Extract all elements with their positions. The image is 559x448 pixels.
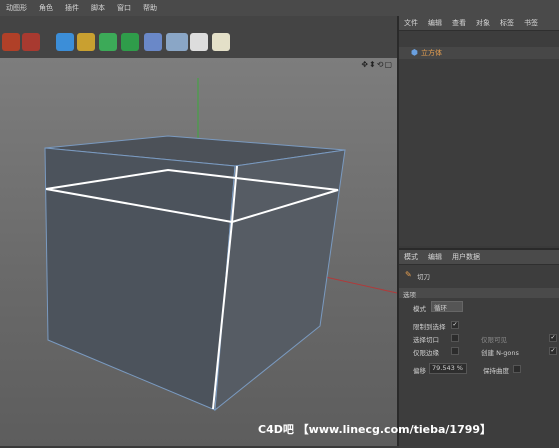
- object-manager: 文件 编辑 查看 对象 标签 书签 ⬢ 立方体: [399, 16, 559, 246]
- offset-label: 偏移: [413, 367, 426, 375]
- am-menu-mode[interactable]: 模式: [399, 252, 423, 262]
- offset-input[interactable]: 79.543 %: [429, 363, 467, 374]
- visible-only-checkbox[interactable]: ✓: [549, 334, 557, 342]
- render-icon[interactable]: [2, 33, 20, 51]
- am-menu-userdata[interactable]: 用户数据: [447, 252, 485, 262]
- om-menu-objects[interactable]: 对象: [471, 18, 495, 28]
- viewport[interactable]: ✥⬍⟲▢: [0, 58, 397, 446]
- floor-icon[interactable]: [166, 33, 188, 51]
- om-menu-bookmarks[interactable]: 书签: [519, 18, 543, 28]
- cube-object-icon: ⬢: [411, 48, 418, 57]
- render-settings-icon[interactable]: [22, 33, 40, 51]
- mode-value: 循环: [434, 304, 447, 312]
- menu-bar: 动图形 角色 插件 脚本 窗口 帮助: [0, 0, 559, 17]
- restrict-label: 限制到选择: [413, 323, 446, 331]
- object-manager-menu: 文件 编辑 查看 对象 标签 书签: [399, 16, 559, 31]
- select-cuts-checkbox[interactable]: [451, 334, 459, 342]
- light-icon[interactable]: [212, 33, 230, 51]
- section-title: 选项: [403, 291, 416, 299]
- create-ngons-checkbox[interactable]: ✓: [549, 347, 557, 355]
- om-menu-view[interactable]: 查看: [447, 18, 471, 28]
- restrict-checkbox[interactable]: ✓: [451, 321, 459, 329]
- edge-only-checkbox[interactable]: [451, 347, 459, 355]
- menu-mograph[interactable]: 动图形: [0, 3, 33, 13]
- array-icon[interactable]: [121, 33, 139, 51]
- create-ngons-label: 创建 N-gons: [481, 349, 519, 357]
- select-cuts-label: 选择切口: [413, 336, 439, 344]
- toolbar: [0, 16, 397, 59]
- om-menu-tags[interactable]: 标签: [495, 18, 519, 28]
- section-header[interactable]: 选项: [399, 288, 559, 299]
- edge-only-label: 仅限边缘: [413, 349, 439, 357]
- om-menu-file[interactable]: 文件: [399, 18, 423, 28]
- visible-only-label: 仅限可见: [481, 336, 507, 344]
- menu-script[interactable]: 脚本: [85, 3, 111, 13]
- menu-plugins[interactable]: 插件: [59, 3, 85, 13]
- nurbs-icon[interactable]: [99, 33, 117, 51]
- keep-curvature-label: 保持曲度: [483, 367, 509, 375]
- cube-icon[interactable]: [56, 33, 74, 51]
- menu-character[interactable]: 角色: [33, 3, 59, 13]
- viewport-canvas: [44, 78, 397, 412]
- am-menu-edit[interactable]: 编辑: [423, 252, 447, 262]
- menu-help[interactable]: 帮助: [137, 3, 163, 13]
- knife-icon: ✎: [405, 270, 412, 279]
- watermark-text: C4D吧 【www.linecg.com/tieba/1799】: [258, 423, 492, 436]
- object-row-cube[interactable]: ⬢ 立方体: [399, 47, 559, 59]
- viewport-nav-icons[interactable]: ✥⬍⟲▢: [361, 60, 393, 69]
- mode-dropdown[interactable]: 循环: [431, 301, 463, 312]
- keep-curvature-checkbox[interactable]: [513, 365, 521, 373]
- cube-front-face: [44, 147, 236, 411]
- om-menu-edit[interactable]: 编辑: [423, 18, 447, 28]
- object-name[interactable]: 立方体: [421, 48, 442, 58]
- camera-icon[interactable]: [190, 33, 208, 51]
- offset-value: 79.543 %: [432, 364, 463, 372]
- deformer-icon[interactable]: [144, 33, 162, 51]
- attribute-manager-menu: 模式 编辑 用户数据: [399, 250, 559, 265]
- tool-name: 切刀: [417, 273, 430, 281]
- mode-label: 模式: [413, 305, 426, 313]
- attribute-manager: 模式 编辑 用户数据 ✎ 切刀 选项 模式 循环 限制到选择 ✓ 选择切口 仅限…: [399, 248, 559, 448]
- spline-pen-icon[interactable]: [77, 33, 95, 51]
- menu-window[interactable]: 窗口: [111, 3, 137, 13]
